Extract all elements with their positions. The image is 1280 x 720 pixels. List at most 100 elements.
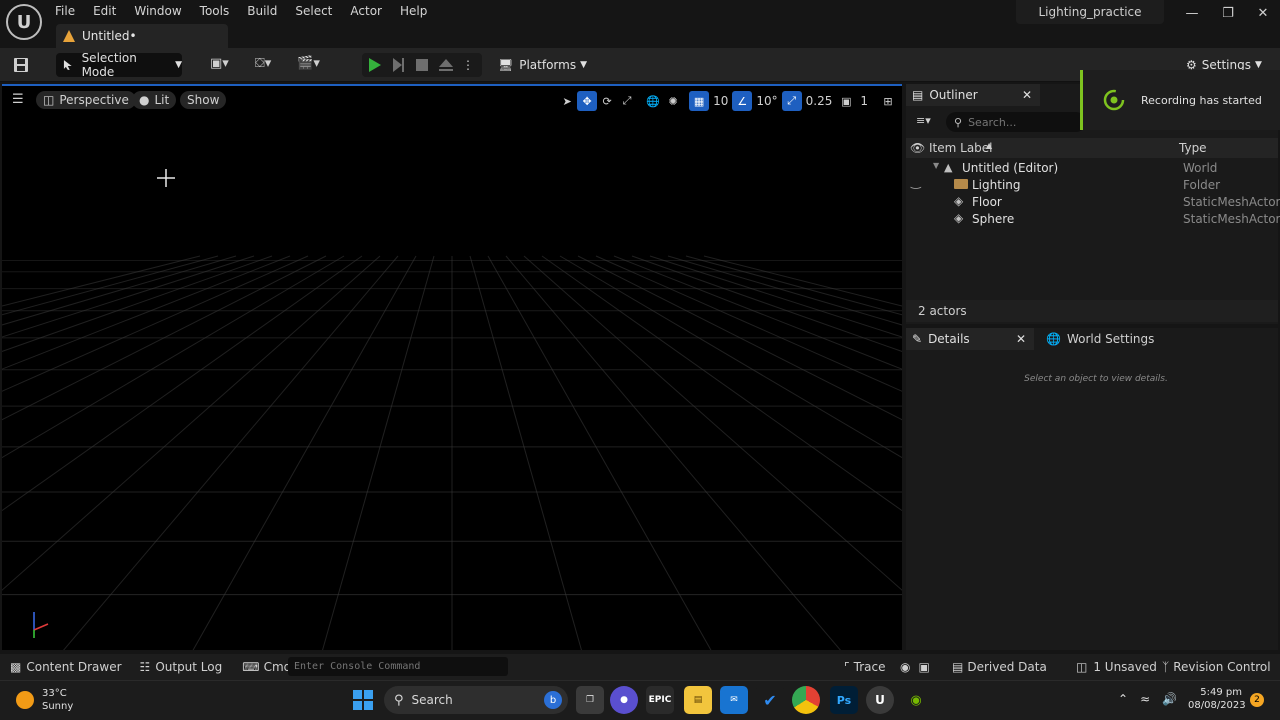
scale-snap-icon[interactable]: ⤢ (781, 91, 802, 111)
scale-icon[interactable]: ⤢ (617, 91, 637, 111)
tree-row-sphere[interactable]: ◈ Sphere StaticMeshActor (906, 211, 1280, 228)
minimize-icon[interactable]: — (1182, 6, 1202, 22)
windows-taskbar (0, 680, 1280, 720)
outliner-tab[interactable]: ▤ Outliner ✕ (906, 84, 1040, 106)
scale-snap-value[interactable]: 0.25 (802, 94, 837, 108)
level-icon (63, 30, 75, 42)
menu-window[interactable]: Window (125, 0, 190, 22)
viewport-layout-icon[interactable]: ⊞ (878, 91, 898, 111)
step-icon[interactable] (386, 53, 410, 77)
cinematics-icon[interactable]: 🎬▾ (297, 56, 320, 71)
task-view-icon[interactable]: ❐ (576, 686, 604, 714)
wifi-icon[interactable]: ≈ (1140, 692, 1150, 706)
show-button[interactable]: Show (180, 91, 227, 109)
menu-select[interactable]: Select (286, 0, 341, 22)
platforms-dropdown[interactable]: 🖥 Platforms ▼ (498, 53, 587, 77)
document-tab[interactable]: Untitled• (56, 24, 228, 48)
filter-icon[interactable]: ≡▾ (916, 114, 931, 127)
notification-badge[interactable]: 2 (1250, 693, 1264, 707)
grid-snap-icon[interactable]: ▦ (689, 91, 710, 111)
close-icon[interactable]: ✕ (1016, 332, 1026, 346)
perspective-button[interactable]: ◫ Perspective (36, 91, 136, 109)
screenshot-icon[interactable]: ▣ (918, 660, 929, 674)
tree-row-folder[interactable]: ‿ Lighting Folder (906, 175, 1278, 194)
clock-time: 5:49 pm (1200, 687, 1242, 698)
expand-arrow-icon[interactable]: ▼ (933, 161, 939, 170)
sun-icon (16, 691, 34, 709)
blueprint-icon[interactable]: ⛋▾ (255, 56, 271, 71)
stop-icon[interactable] (410, 53, 434, 77)
rotate-icon[interactable]: ⟳ (597, 91, 617, 111)
menu-actor[interactable]: Actor (341, 0, 391, 22)
outliner-search-input[interactable] (968, 115, 1069, 129)
unsaved-button[interactable]: ◫ 1 Unsaved (1076, 654, 1157, 680)
more-options-icon[interactable]: ⋮ (462, 58, 474, 72)
console-command-input[interactable] (288, 657, 508, 676)
weather-widget[interactable]: 33°C Sunny (16, 686, 73, 714)
record-icon[interactable]: ◉ (900, 660, 910, 674)
menu-edit[interactable]: Edit (84, 0, 125, 22)
selection-mode-dropdown[interactable]: Selection Mode ▼ (56, 51, 182, 79)
play-icon[interactable] (362, 53, 386, 77)
menu-help[interactable]: Help (391, 0, 436, 22)
menu-tools[interactable]: Tools (191, 0, 239, 22)
camera-speed-value[interactable]: 1 (856, 94, 872, 108)
taskbar-clock[interactable]: 5:49 pm 08/08/2023 (1188, 686, 1246, 712)
surface-snap-icon[interactable]: ✺ (663, 91, 683, 111)
menu-file[interactable]: File (46, 0, 84, 22)
chrome-icon[interactable] (792, 686, 820, 714)
photoshop-icon[interactable]: Ps (830, 686, 858, 714)
windows-start-icon[interactable] (352, 689, 374, 711)
tree-row-world[interactable]: ▼ ▲ Untitled (Editor) World (906, 160, 1278, 177)
derived-data-button[interactable]: ▤ Derived Data (952, 654, 1047, 680)
viewport-menu-icon[interactable]: ☰ (12, 92, 24, 107)
cube-icon: ◫ (43, 93, 55, 107)
chevron-up-icon[interactable]: ⌃ (1118, 692, 1128, 706)
mail-icon[interactable]: ✉ (720, 686, 748, 714)
restore-icon[interactable]: ❐ (1218, 6, 1238, 22)
todo-icon[interactable]: ✔ (756, 686, 784, 714)
details-panel: ✎ Details ✕ 🌐 World Settings Select an o… (906, 328, 1278, 650)
rotation-snap-value[interactable]: 10° (752, 94, 781, 108)
unreal-taskbar-icon[interactable]: U (866, 686, 894, 714)
rotation-snap-icon[interactable]: ∠ (732, 91, 753, 111)
taskbar-search[interactable]: ⚲ Search b (384, 686, 568, 714)
add-actor-icon[interactable]: ▣▾ (210, 56, 229, 71)
visibility-icon[interactable]: 👁 (910, 141, 925, 155)
item-label-column[interactable]: Item Label (929, 141, 993, 155)
world-settings-tab[interactable]: 🌐 World Settings (1042, 328, 1154, 350)
world-space-icon[interactable]: 🌐 (643, 91, 663, 111)
unreal-logo-icon[interactable]: U (6, 4, 42, 40)
tree-row-type: Folder (1183, 178, 1221, 192)
tree-row-floor[interactable]: ◈ Floor StaticMeshActor (906, 194, 1280, 211)
revision-control-button[interactable]: ᛉ Revision Control (1162, 654, 1271, 680)
content-drawer-button[interactable]: ▩ Content Drawer (10, 654, 122, 680)
console-command-field[interactable] (288, 657, 508, 676)
volume-icon[interactable]: 🔊 (1162, 692, 1177, 706)
camera-speed-icon[interactable]: ▣ (836, 91, 856, 111)
epic-games-icon[interactable]: EPIC (646, 686, 674, 714)
eject-icon[interactable] (434, 53, 458, 77)
teams-chat-icon[interactable]: ● (610, 686, 638, 714)
close-window-icon[interactable]: ✕ (1253, 6, 1273, 22)
lit-button[interactable]: ● Lit (132, 91, 177, 109)
file-explorer-icon[interactable]: ▤ (684, 686, 712, 714)
outliner-search[interactable]: ⚲ (946, 112, 1086, 132)
close-icon[interactable]: ✕ (1022, 88, 1032, 102)
details-tab[interactable]: ✎ Details ✕ (906, 328, 1034, 350)
translate-icon[interactable]: ✥ (577, 91, 598, 111)
trace-button[interactable]: ⌜ Trace (844, 654, 885, 680)
output-log-button[interactable]: ☷ Output Log (140, 654, 223, 680)
grid-snap-value[interactable]: 10 (709, 94, 732, 108)
hidden-eye-icon[interactable]: ‿ (911, 175, 921, 189)
select-mode-icon[interactable]: ➤ (557, 91, 577, 111)
save-icon[interactable] (12, 56, 30, 74)
level-viewport[interactable]: ☰ ◫ Perspective ● Lit Show ➤ ✥ ⟳ ⤢ 🌐 ✺ ▦… (2, 84, 902, 650)
search-icon: ⚲ (954, 115, 963, 129)
recording-message: Recording has started (1141, 93, 1262, 107)
type-column[interactable]: Type (1179, 141, 1207, 155)
platforms-label: Platforms (519, 58, 577, 72)
nvidia-icon[interactable]: ◉ (902, 686, 930, 714)
details-tab-label: Details (928, 332, 970, 346)
menu-build[interactable]: Build (238, 0, 286, 22)
